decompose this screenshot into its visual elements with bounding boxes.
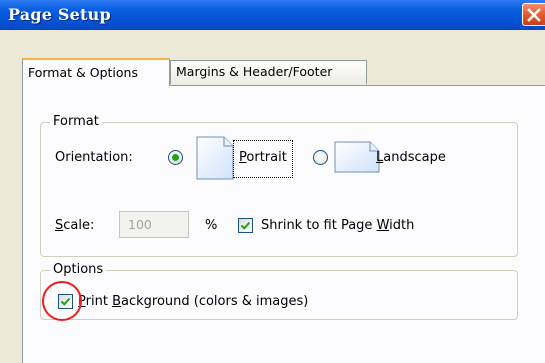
shrink-to-fit-label[interactable]: Shrink to fit Page Width (261, 218, 414, 234)
title-bar[interactable]: Page Setup (0, 0, 545, 30)
page-setup-dialog: Page Setup Margins & Header/Footer Forma… (0, 0, 545, 363)
close-icon (527, 8, 541, 22)
options-legend: Options (50, 262, 107, 278)
check-icon (60, 297, 71, 306)
landscape-radio[interactable] (313, 150, 328, 165)
orientation-label: Orientation: (55, 150, 133, 165)
close-button[interactable] (522, 3, 545, 26)
portrait-page-icon (196, 136, 234, 180)
tab-format-options[interactable]: Format & Options (22, 58, 170, 86)
landscape-label[interactable]: Landscape (376, 150, 446, 166)
format-legend: Format (50, 114, 102, 130)
check-icon (240, 221, 251, 230)
landscape-page-icon (334, 141, 380, 173)
window-title: Page Setup (8, 5, 111, 24)
scale-input[interactable] (119, 211, 189, 238)
tab-label: Format & Options (28, 65, 138, 80)
tab-label: Margins & Header/Footer (176, 64, 333, 79)
percent-label: % (205, 218, 218, 233)
tab-margins-header-footer[interactable]: Margins & Header/Footer (170, 60, 367, 84)
print-background-checkbox[interactable] (58, 294, 73, 309)
scale-label: Scale: (55, 218, 95, 233)
portrait-label[interactable]: Portrait (239, 150, 287, 166)
shrink-to-fit-checkbox[interactable] (238, 218, 253, 233)
print-background-label[interactable]: Print Background (colors & images) (78, 294, 308, 310)
portrait-radio[interactable] (168, 150, 183, 165)
